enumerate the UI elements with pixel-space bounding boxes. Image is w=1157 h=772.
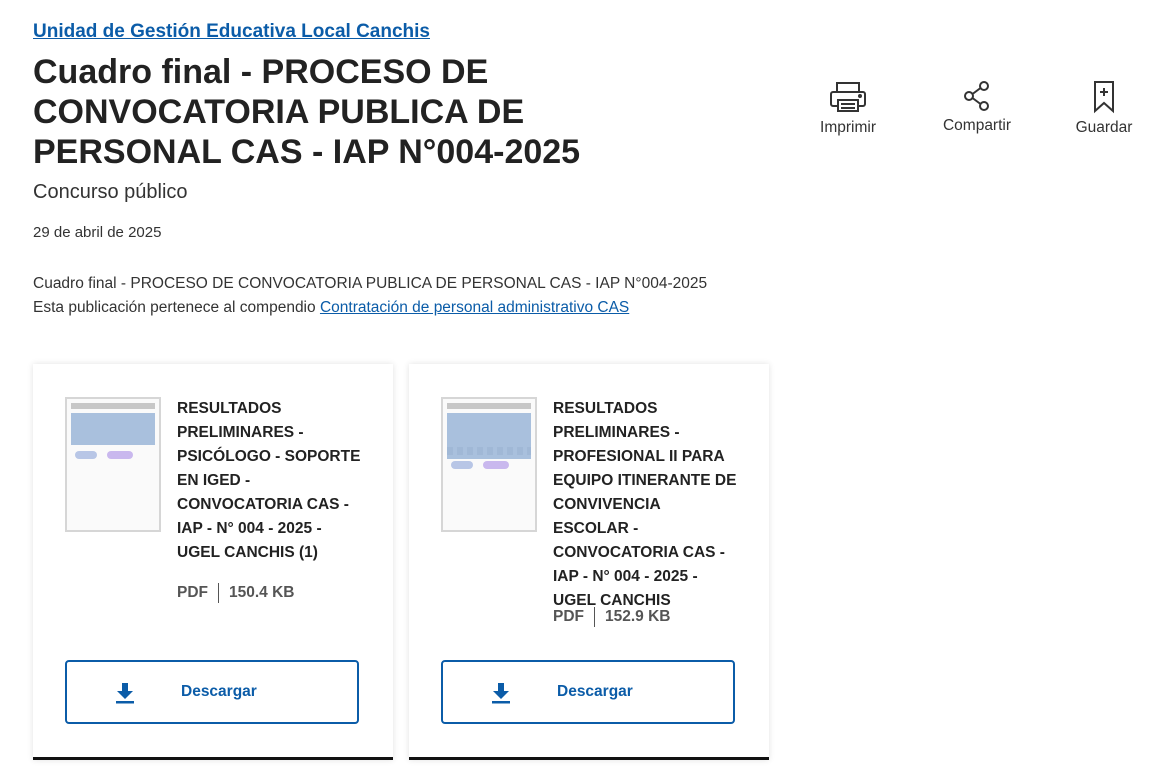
thumbnail-header xyxy=(447,403,531,409)
share-label: Compartir xyxy=(942,117,1012,134)
meta-divider xyxy=(594,607,595,627)
download-button[interactable]: Descargar xyxy=(441,660,735,724)
thumbnail-signature xyxy=(483,461,509,469)
compendium-link[interactable]: Contratación de personal administrativo … xyxy=(320,299,629,316)
description-text: Cuadro final - PROCESO DE CONVOCATORIA P… xyxy=(33,275,708,292)
meta-divider xyxy=(218,583,219,603)
organization-link[interactable]: Unidad de Gestión Educativa Local Canchi… xyxy=(33,21,430,43)
description: Cuadro final - PROCESO DE CONVOCATORIA P… xyxy=(33,272,707,320)
document-format: PDF xyxy=(177,584,208,602)
printer-icon xyxy=(830,82,866,112)
document-meta: PDF 152.9 KB xyxy=(553,607,670,627)
publication-type: Concurso público xyxy=(33,181,188,203)
thumbnail-signature xyxy=(451,461,473,469)
page-title: Cuadro final - PROCESO DE CONVOCATORIA P… xyxy=(33,53,581,171)
thumbnail-header xyxy=(71,403,155,409)
download-label: Descargar xyxy=(557,683,633,700)
share-icon xyxy=(964,81,989,111)
print-button[interactable]: Imprimir xyxy=(812,80,884,137)
download-button[interactable]: Descargar xyxy=(65,660,359,724)
thumbnail-signature xyxy=(75,451,97,459)
thumbnail-rows xyxy=(447,447,531,455)
document-thumbnail[interactable] xyxy=(65,397,161,532)
document-card: RESULTADOS PRELIMINARES - PSICÓLOGO - SO… xyxy=(33,364,393,760)
download-icon xyxy=(492,683,510,704)
bookmark-icon xyxy=(1094,81,1114,114)
thumbnail-table xyxy=(71,413,155,445)
document-format: PDF xyxy=(553,608,584,626)
share-button[interactable]: Compartir xyxy=(937,80,1017,135)
compendium-prefix: Esta publicación pertenece al compendio xyxy=(33,299,316,316)
document-size: 152.9 KB xyxy=(605,608,671,626)
document-title: RESULTADOS PRELIMINARES - PROFESIONAL II… xyxy=(553,400,737,609)
document-size: 150.4 KB xyxy=(229,584,295,602)
download-label: Descargar xyxy=(181,683,257,700)
document-meta: PDF 150.4 KB xyxy=(177,583,294,603)
document-title: RESULTADOS PRELIMINARES - PSICÓLOGO - SO… xyxy=(177,400,361,561)
compendium-line: Esta publicación pertenece al compendio … xyxy=(33,296,707,320)
print-label: Imprimir xyxy=(820,119,876,136)
document-thumbnail[interactable] xyxy=(441,397,537,532)
download-icon xyxy=(116,683,134,704)
save-label: Guardar xyxy=(1075,119,1133,136)
save-button[interactable]: Guardar xyxy=(1068,80,1140,137)
document-card: RESULTADOS PRELIMINARES - PROFESIONAL II… xyxy=(409,364,769,760)
publication-date: 29 de abril de 2025 xyxy=(33,224,162,241)
thumbnail-signature xyxy=(107,451,133,459)
